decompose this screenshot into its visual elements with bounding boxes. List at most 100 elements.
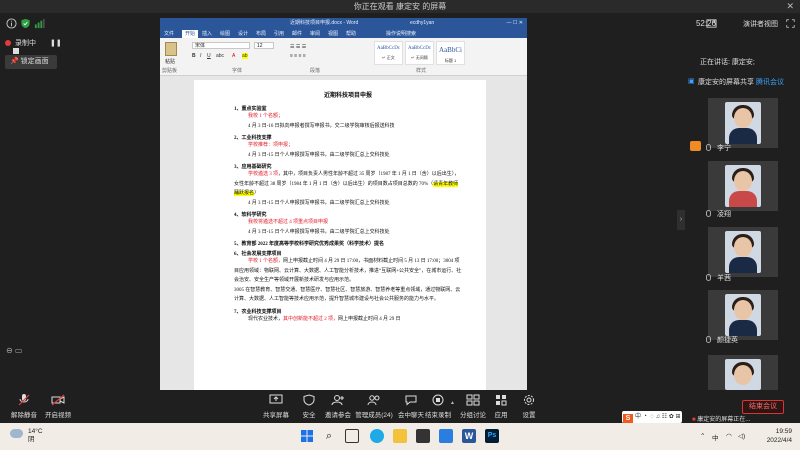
info-icon[interactable] bbox=[6, 18, 17, 29]
volume-icon[interactable]: ◁) bbox=[738, 432, 745, 440]
style-normal[interactable]: AaBbCcDc ↵ 正文 bbox=[374, 41, 403, 65]
doc-line: 学校推荐：项申报； bbox=[248, 143, 294, 148]
participant-video-tile[interactable] bbox=[708, 355, 778, 390]
tab-review[interactable]: 审阅 bbox=[310, 30, 320, 37]
doc-line-mixed: 学校遴选 3 项，其中，项目负责人男性年龄不超过 35 周岁（1987 年 1 … bbox=[234, 172, 460, 196]
document-body: 近期科技项目申报 1、重点实验室 我校 1 个名额； 4 月 3 日-16 日拟… bbox=[234, 90, 462, 324]
photoshop-icon[interactable]: Ps bbox=[485, 429, 499, 443]
speaking-indicator: 正在讲话: 康定安; bbox=[700, 59, 755, 66]
mic-icon bbox=[706, 210, 711, 217]
avatar bbox=[725, 294, 761, 336]
style-heading-1[interactable]: AaBbCi 标题 1 bbox=[436, 41, 465, 65]
tab-file[interactable]: 文件 bbox=[164, 30, 174, 37]
doc-highlight: 请青年教师踊跃报名 bbox=[234, 181, 459, 196]
store-icon[interactable] bbox=[416, 429, 430, 443]
start-video-button[interactable]: 开启视频 bbox=[38, 394, 78, 419]
signal-icon[interactable] bbox=[34, 18, 45, 29]
tab-layout[interactable]: 布局 bbox=[256, 30, 266, 37]
window-controls[interactable]: — ☐ ✕ bbox=[507, 18, 523, 29]
participant-video-tile[interactable] bbox=[708, 227, 778, 277]
speaker-view-icon[interactable] bbox=[706, 18, 717, 29]
highlight-icon[interactable]: ab bbox=[242, 53, 248, 59]
doc-line: 4 月 3 日-15 日个人申报撰写申报书，由二级学院汇总上交科技处 bbox=[248, 229, 390, 235]
screen-share-banner: 你正在观看 康定安 的屏幕 ✕ bbox=[0, 0, 800, 13]
tab-home[interactable]: 开始 bbox=[182, 30, 199, 38]
bullets-icon[interactable]: ☰ ☰ ☰ bbox=[290, 44, 306, 50]
recording-label: 录制中 bbox=[15, 40, 36, 47]
weather-cloud-icon bbox=[10, 429, 23, 438]
unmute-label: 解除静音 bbox=[11, 412, 37, 419]
invite-icon bbox=[331, 395, 344, 406]
end-meeting-button[interactable]: 结束会议 bbox=[742, 400, 784, 414]
tell-me-search[interactable]: 操作说明搜索 bbox=[386, 30, 416, 37]
manage-members-label: 管理成员(24) bbox=[355, 412, 393, 419]
collapse-panel-icon[interactable]: › bbox=[677, 210, 685, 230]
font-name-select[interactable]: 宋体 bbox=[192, 42, 250, 49]
style-name: 标题 1 bbox=[444, 58, 457, 63]
tab-help[interactable]: 帮助 bbox=[346, 30, 356, 37]
tab-draw[interactable]: 绘图 bbox=[220, 30, 230, 37]
paste-icon[interactable] bbox=[165, 42, 177, 56]
pause-icon[interactable]: ❚❚ bbox=[50, 40, 62, 47]
stop-recording-label: 结束录制 bbox=[425, 412, 451, 419]
stop-recording-button[interactable]: 结束录制 bbox=[418, 394, 458, 419]
strikethrough-icon[interactable]: abc bbox=[216, 53, 224, 59]
layout-toggle-icon[interactable]: ⊖ ▭ bbox=[6, 346, 22, 355]
ime-lang-indicator[interactable]: 中 bbox=[712, 432, 719, 442]
tab-insert[interactable]: 插入 bbox=[202, 30, 212, 37]
wifi-icon[interactable]: ◠ bbox=[726, 432, 732, 440]
ime-toolbar[interactable]: S中 ・ ◌ ♫ ☷ ✿ ⊞ bbox=[622, 411, 682, 424]
tab-references[interactable]: 引用 bbox=[274, 30, 284, 37]
tencent-meeting-icon[interactable] bbox=[439, 429, 453, 443]
weather-widget[interactable]: 14°C 阴 bbox=[10, 428, 43, 444]
section-heading: 7、农业科技支撑项目 bbox=[234, 309, 282, 315]
align-icon[interactable]: ≡ ≡ ≡ ≡ bbox=[290, 53, 306, 59]
style-no-spacing[interactable]: AaBbCcDc ↵ 无间隔 bbox=[405, 41, 434, 65]
fullscreen-icon[interactable] bbox=[786, 18, 795, 29]
share-screen-icon bbox=[269, 394, 283, 404]
edge-icon[interactable] bbox=[370, 429, 384, 443]
shield-icon[interactable] bbox=[20, 18, 31, 29]
tray-chevron-icon[interactable]: ⌃ bbox=[700, 432, 705, 440]
doc-line: 4 月 3 日-15 日个人申报撰写申报书，由二级学院汇总上交科技处 bbox=[248, 152, 390, 158]
italic-icon[interactable]: I bbox=[200, 53, 201, 59]
document-canvas[interactable]: 近期科技项目申报 1、重点实验室 我校 1 个名额； 4 月 3 日-16 日拟… bbox=[160, 76, 527, 390]
stop-icon[interactable] bbox=[13, 48, 19, 55]
tab-design[interactable]: 设计 bbox=[238, 30, 248, 37]
document-page[interactable]: 近期科技项目申报 1、重点实验室 我校 1 个名额； 4 月 3 日-16 日拟… bbox=[194, 80, 486, 390]
sharing-icon: ▣ bbox=[688, 78, 695, 85]
tab-mailings[interactable]: 邮件 bbox=[292, 30, 302, 37]
avatar bbox=[725, 231, 761, 273]
style-sample: AaBbCcDc bbox=[407, 46, 432, 51]
close-icon[interactable]: ✕ bbox=[786, 0, 794, 13]
file-explorer-icon[interactable] bbox=[393, 429, 407, 443]
bold-icon[interactable]: B bbox=[192, 53, 196, 59]
word-icon[interactable]: W bbox=[462, 429, 476, 443]
participant-video-tile[interactable] bbox=[708, 290, 778, 340]
manage-members-button[interactable]: 管理成员(24) bbox=[352, 394, 396, 419]
font-color-icon[interactable]: A bbox=[232, 53, 235, 59]
paste-button[interactable]: 粘贴 bbox=[165, 58, 175, 65]
share-screen-label: 共享屏幕 bbox=[263, 412, 289, 419]
section-heading: 5、教育部 2022 年度高等学校科学研究优秀成果奖（科学技术）提名 bbox=[234, 242, 385, 247]
system-clock[interactable]: 19:59 2022/4/4 bbox=[767, 427, 792, 445]
underline-icon[interactable]: U bbox=[207, 53, 211, 59]
clock-time: 19:59 bbox=[775, 428, 792, 435]
style-sample: AaBbCcDc bbox=[376, 46, 401, 51]
security-shield-icon bbox=[303, 394, 315, 406]
participant-name: 凌翔 bbox=[706, 209, 731, 219]
lock-screen-button[interactable]: 📌 锁定画面 bbox=[5, 55, 57, 69]
mic-icon bbox=[706, 336, 711, 343]
search-icon[interactable]: ⌕ bbox=[322, 429, 336, 443]
share-source-app: 腾讯会议 bbox=[755, 79, 784, 86]
windows-start-icon[interactable] bbox=[300, 429, 314, 443]
tab-view[interactable]: 视图 bbox=[328, 30, 338, 37]
members-icon bbox=[367, 395, 380, 406]
task-view-icon[interactable] bbox=[345, 429, 359, 443]
participant-video-tile[interactable] bbox=[708, 98, 778, 148]
settings-label: 设置 bbox=[522, 412, 536, 419]
settings-button[interactable]: 设置 bbox=[509, 394, 549, 419]
participant-video-tile[interactable] bbox=[708, 161, 778, 211]
view-mode-button[interactable]: 演讲者视图 bbox=[743, 19, 778, 29]
font-size-select[interactable]: 12 bbox=[254, 42, 274, 49]
